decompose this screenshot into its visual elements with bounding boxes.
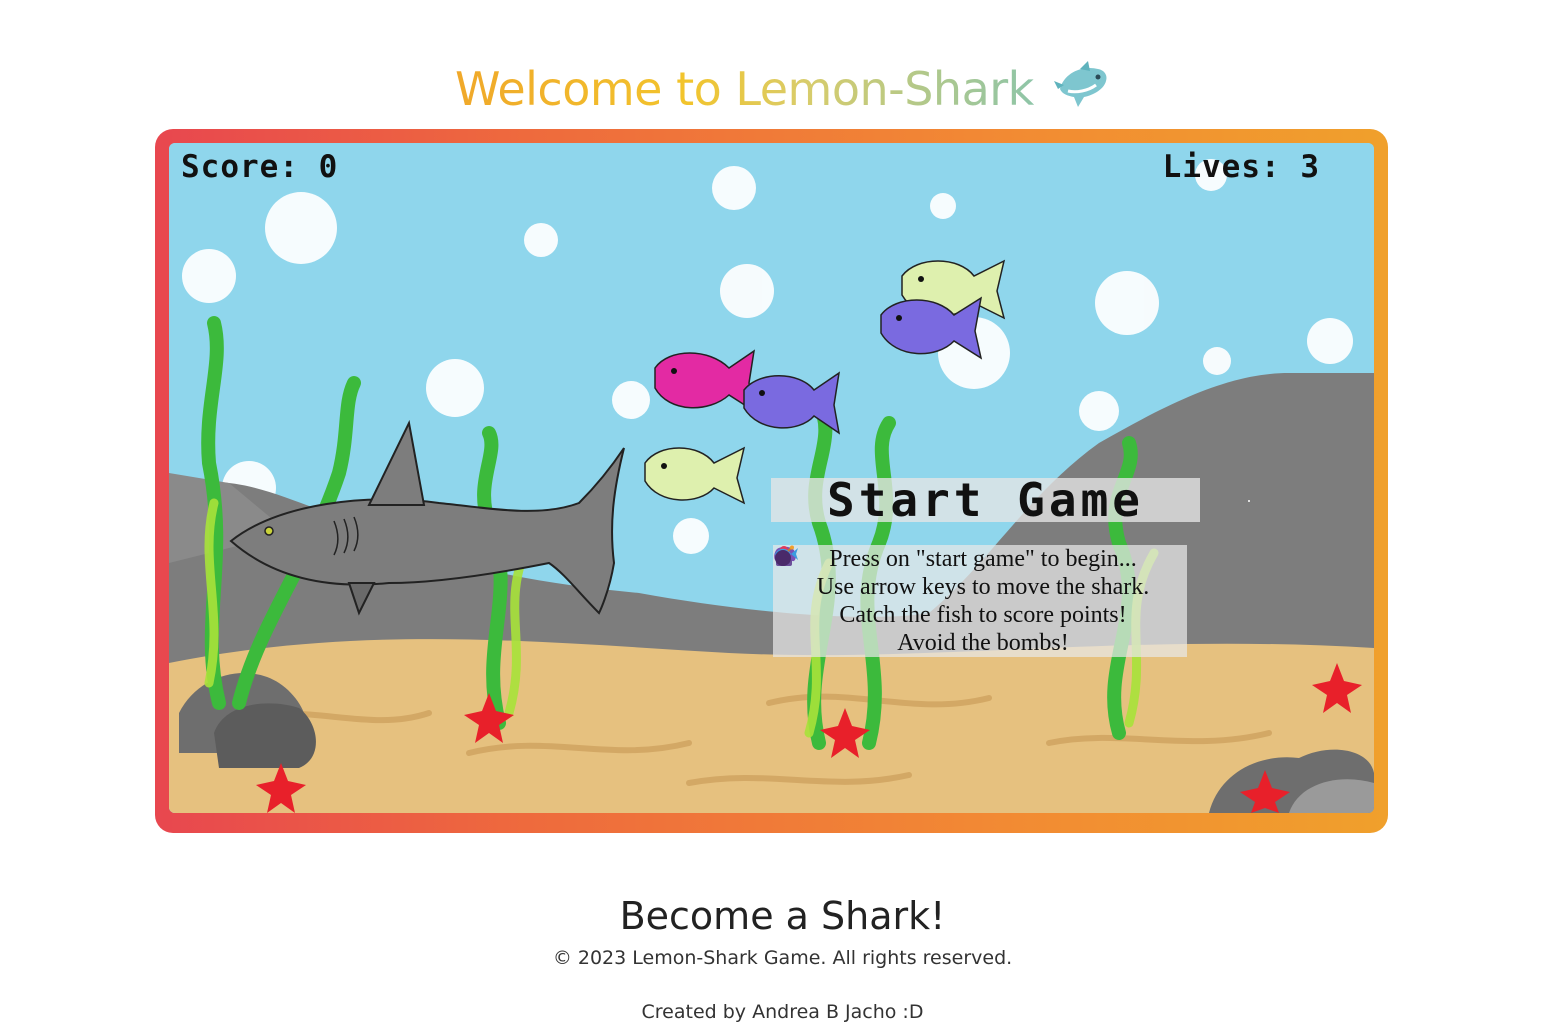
game-canvas[interactable]: Score: 0 Lives: 3 Start Game Press on "s… [169, 143, 1374, 813]
lives-value: 3 [1300, 149, 1320, 185]
instruction-text: Catch the fish to score points! [839, 602, 1127, 628]
page-title: Welcome to Lemon-Shark [0, 59, 1565, 122]
instruction-text: Avoid the bombs! [897, 630, 1069, 656]
instruction-text: Press on "start game" to begin... [829, 546, 1137, 572]
instructions-panel: Press on "start game" to begin... Use ar… [773, 545, 1187, 657]
instruction-line: Catch the fish to score points! [773, 548, 1187, 629]
score-display: Score: 0 [181, 149, 338, 185]
game-frame: Score: 0 Lives: 3 Start Game Press on "s… [155, 129, 1388, 833]
instruction-line: Use arrow keys to move the shark. [773, 546, 1187, 601]
instruction-text: Use arrow keys to move the shark. [816, 574, 1150, 600]
footer-subtitle: Become a Shark! [619, 893, 946, 938]
lives-label: Lives: [1162, 149, 1281, 185]
score-label: Score: [181, 149, 299, 185]
dolphin-icon [1053, 59, 1110, 122]
start-game-button[interactable]: Start Game [771, 477, 1200, 523]
lives-display: Lives: 3 [1163, 149, 1320, 185]
copyright-text: © 2023 Lemon-Shark Game. All rights rese… [552, 947, 1013, 969]
score-value: 0 [318, 149, 339, 185]
page-title-text: Welcome to Lemon-Shark [455, 61, 1034, 116]
instruction-line: Press on "start game" to begin... [773, 545, 1187, 573]
instruction-line: Avoid the bombs! [773, 545, 1187, 657]
